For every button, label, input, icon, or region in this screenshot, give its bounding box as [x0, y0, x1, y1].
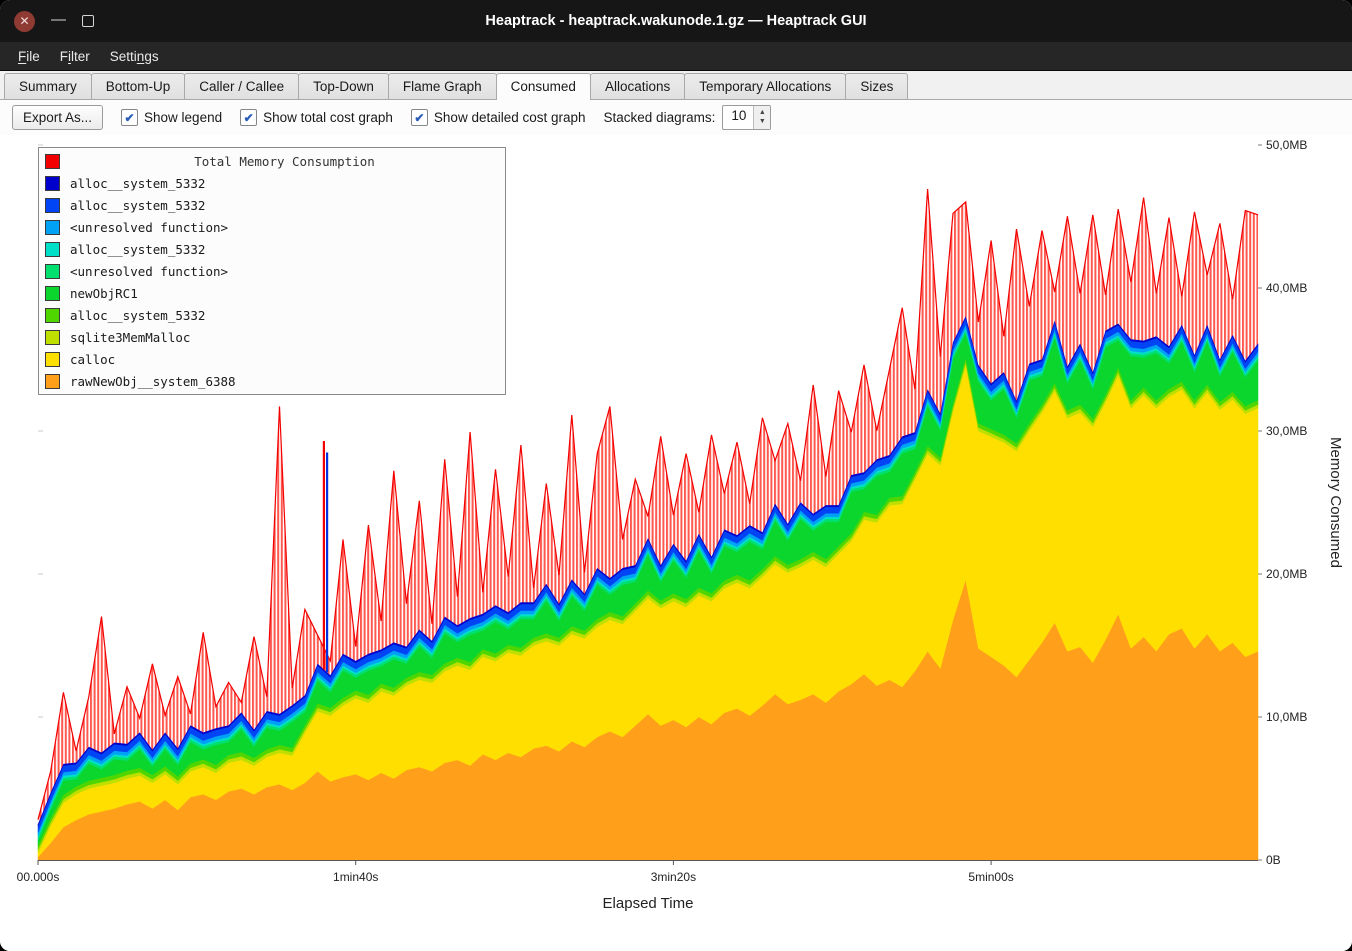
- tab-allocations[interactable]: Allocations: [590, 73, 685, 99]
- window-title: Heaptrack - heaptrack.wakunode.1.gz — He…: [485, 13, 866, 29]
- legend-item: newObjRC1: [45, 282, 499, 304]
- y-tick-label: 10,0MB: [1266, 710, 1307, 724]
- export-as-button[interactable]: Export As...: [12, 105, 103, 130]
- legend-swatch: [45, 330, 60, 345]
- tab-caller-callee[interactable]: Caller / Callee: [184, 73, 299, 99]
- title-bar: ✕ — Heaptrack - heaptrack.wakunode.1.gz …: [0, 0, 1352, 42]
- legend-swatch: [45, 374, 60, 389]
- legend-item: alloc__system_5332: [45, 172, 499, 194]
- close-button[interactable]: ✕: [14, 11, 35, 32]
- legend-item: alloc__system_5332: [45, 238, 499, 260]
- spin-down-icon[interactable]: ▼: [759, 118, 766, 127]
- legend-item: sqlite3MemMalloc: [45, 326, 499, 348]
- spinbox-buttons[interactable]: ▲▼: [753, 106, 770, 129]
- legend-item: <unresolved function>: [45, 260, 499, 282]
- menu-bar: FileFilterSettings: [0, 42, 1352, 71]
- legend-title-row: Total Memory Consumption: [45, 150, 499, 172]
- spin-up-icon[interactable]: ▲: [759, 109, 766, 118]
- tab-top-down[interactable]: Top-Down: [298, 73, 389, 99]
- stacked-diagrams-control: Stacked diagrams: 10 ▲▼: [604, 105, 772, 130]
- x-tick-label: 1min40s: [333, 870, 378, 884]
- heaptrack-window: ✕ — Heaptrack - heaptrack.wakunode.1.gz …: [0, 0, 1352, 951]
- stacked-diagrams-spinbox[interactable]: 10 ▲▼: [722, 105, 771, 130]
- toolbar: Export As... ✔ Show legend ✔ Show total …: [0, 100, 1352, 135]
- x-tick-label: 5min00s: [968, 870, 1013, 884]
- chart-area: 0B 10,0MB 20,0MB 30,0MB 40,0MB 50,0MB 00.000s 1…: [0, 135, 1352, 951]
- check-icon: ✔: [125, 112, 135, 124]
- checkbox-label: Show total cost graph: [263, 110, 393, 125]
- tab-flame-graph[interactable]: Flame Graph: [388, 73, 497, 99]
- legend-item: rawNewObj__system_6388: [45, 370, 499, 392]
- legend-label: alloc__system_5332: [70, 308, 205, 323]
- legend-label: newObjRC1: [70, 286, 138, 301]
- checkbox-label: Show detailed cost graph: [434, 110, 586, 125]
- tab-bar: SummaryBottom-UpCaller / CalleeTop-DownF…: [0, 71, 1352, 100]
- menu-filter[interactable]: Filter: [50, 45, 100, 68]
- checkbox-checked-icon: ✔: [411, 109, 428, 126]
- legend-swatch: [45, 352, 60, 367]
- tab-summary[interactable]: Summary: [4, 73, 92, 99]
- x-tick-label: 3min20s: [651, 870, 696, 884]
- legend-label: alloc__system_5332: [70, 198, 205, 213]
- y-tick-label: 40,0MB: [1266, 281, 1307, 295]
- legend-label: Total Memory Consumption: [70, 154, 499, 169]
- check-icon: ✔: [244, 112, 254, 124]
- minimize-icon: —: [51, 11, 66, 28]
- checkbox-checked-icon: ✔: [240, 109, 257, 126]
- minimize-button[interactable]: —: [51, 12, 66, 27]
- checkbox-checked-icon: ✔: [121, 109, 138, 126]
- window-controls: ✕ —: [14, 0, 94, 42]
- y-tick-label: 30,0MB: [1266, 424, 1307, 438]
- legend-swatch: [45, 264, 60, 279]
- tab-bottom-up[interactable]: Bottom-Up: [91, 73, 186, 99]
- legend-item: alloc__system_5332: [45, 194, 499, 216]
- legend-label: alloc__system_5332: [70, 176, 205, 191]
- legend-item: calloc: [45, 348, 499, 370]
- checkbox-show-total-cost-graph[interactable]: ✔ Show total cost graph: [240, 109, 393, 126]
- legend-swatch: [45, 176, 60, 191]
- legend-swatch: [45, 220, 60, 235]
- tab-sizes[interactable]: Sizes: [845, 73, 908, 99]
- legend-item: alloc__system_5332: [45, 304, 499, 326]
- legend-label: sqlite3MemMalloc: [70, 330, 190, 345]
- checkbox-label: Show legend: [144, 110, 222, 125]
- close-icon: ✕: [19, 15, 29, 27]
- tab-temporary-allocations[interactable]: Temporary Allocations: [684, 73, 846, 99]
- spinbox-value: 10: [723, 106, 753, 129]
- y-tick-label: 20,0MB: [1266, 567, 1307, 581]
- menu-file[interactable]: File: [8, 45, 50, 68]
- check-icon: ✔: [414, 112, 424, 124]
- x-axis-title: Elapsed Time: [603, 895, 694, 912]
- y-tick-label: 0B: [1266, 853, 1281, 867]
- tab-consumed[interactable]: Consumed: [496, 73, 591, 100]
- maximize-button[interactable]: [82, 15, 94, 27]
- legend-label: <unresolved function>: [70, 264, 228, 279]
- legend-label: <unresolved function>: [70, 220, 228, 235]
- legend-swatch: [45, 286, 60, 301]
- checkbox-show-detailed-cost-graph[interactable]: ✔ Show detailed cost graph: [411, 109, 586, 126]
- stacked-diagrams-label: Stacked diagrams:: [604, 110, 716, 125]
- menu-settings[interactable]: Settings: [100, 45, 169, 68]
- legend-label: alloc__system_5332: [70, 242, 205, 257]
- checkbox-show-legend[interactable]: ✔ Show legend: [121, 109, 222, 126]
- x-tick-label: 00.000s: [17, 870, 60, 884]
- legend-label: rawNewObj__system_6388: [70, 374, 236, 389]
- y-axis-title: Memory Consumed: [1327, 437, 1344, 568]
- legend-item: <unresolved function>: [45, 216, 499, 238]
- y-tick-label: 50,0MB: [1266, 138, 1307, 152]
- chart-legend: Total Memory Consumption alloc__system_53…: [38, 147, 506, 395]
- legend-swatch: [45, 198, 60, 213]
- legend-swatch: [45, 308, 60, 323]
- legend-swatch: [45, 154, 60, 169]
- legend-label: calloc: [70, 352, 115, 367]
- legend-swatch: [45, 242, 60, 257]
